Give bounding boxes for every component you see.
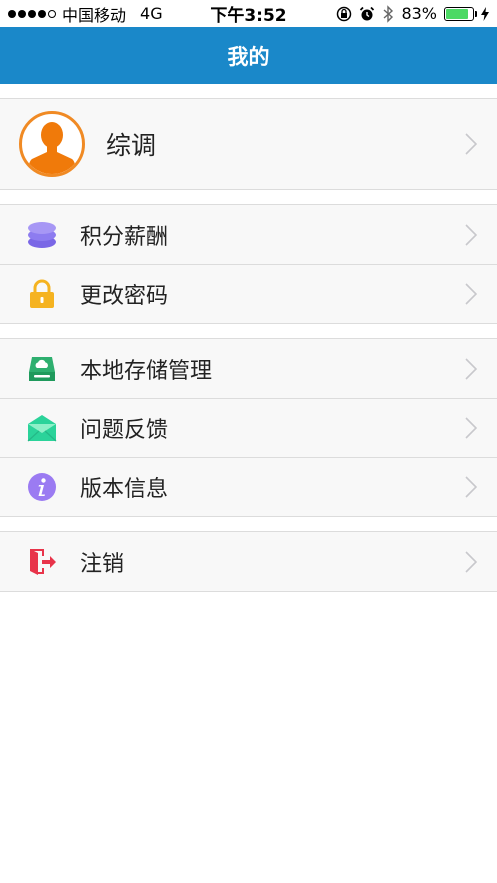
- status-right: 83%: [336, 4, 489, 23]
- menu-item-local-storage[interactable]: 本地存储管理: [0, 339, 497, 398]
- menu-item-label: 问题反馈: [80, 418, 169, 443]
- profile-section: 综调: [0, 98, 497, 190]
- carrier-name: 中国移动: [62, 5, 127, 25]
- chevron-right-icon: [465, 417, 477, 439]
- network-type: 4G: [140, 4, 163, 23]
- menu-group-app: 本地存储管理 问题反馈 版本信息: [0, 338, 497, 517]
- bluetooth-icon: [383, 4, 394, 23]
- signal-strength-icon: [8, 9, 56, 18]
- menu-item-points-salary[interactable]: 积分薪酬: [0, 205, 497, 264]
- profile-row[interactable]: 综调: [0, 99, 497, 189]
- chevron-right-icon: [465, 357, 477, 380]
- status-bar: 中国移动 4G 下午3:52 83%: [0, 0, 497, 27]
- chevron-right-icon: [465, 550, 477, 573]
- navigation-bar: 我的: [0, 27, 497, 84]
- page-title: 我的: [227, 44, 270, 69]
- storage-icon: [26, 353, 58, 385]
- logout-icon: [26, 546, 58, 578]
- battery-percent: 83%: [401, 4, 437, 23]
- profile-name: 综调: [106, 131, 157, 160]
- chevron-right-icon: [465, 283, 477, 305]
- menu-item-change-password[interactable]: 更改密码: [0, 264, 497, 323]
- envelope-icon: [26, 412, 58, 444]
- menu-group-account: 积分薪酬 更改密码: [0, 204, 497, 324]
- info-icon: [26, 471, 58, 503]
- menu-item-label: 更改密码: [80, 284, 169, 309]
- menu-group-logout: 注销: [0, 531, 497, 592]
- alarm-icon: [360, 6, 375, 20]
- chevron-right-icon: [465, 476, 477, 498]
- menu-item-label: 版本信息: [80, 477, 169, 502]
- chevron-right-icon: [465, 133, 477, 155]
- coins-stack-icon: [26, 219, 58, 251]
- menu-item-label: 本地存储管理: [80, 358, 213, 384]
- orientation-lock-icon: [337, 6, 352, 21]
- chevron-right-icon: [465, 223, 477, 246]
- menu-item-version-info[interactable]: 版本信息: [0, 457, 497, 516]
- menu-item-logout[interactable]: 注销: [0, 532, 497, 591]
- charging-icon: [481, 6, 489, 21]
- menu-item-label: 积分薪酬: [80, 224, 169, 250]
- battery-icon: [444, 6, 477, 21]
- avatar-icon: [19, 111, 85, 177]
- menu-item-label: 注销: [80, 551, 125, 577]
- status-left: 中国移动 4G: [8, 2, 163, 26]
- menu-item-feedback[interactable]: 问题反馈: [0, 398, 497, 457]
- lock-icon: [26, 278, 58, 310]
